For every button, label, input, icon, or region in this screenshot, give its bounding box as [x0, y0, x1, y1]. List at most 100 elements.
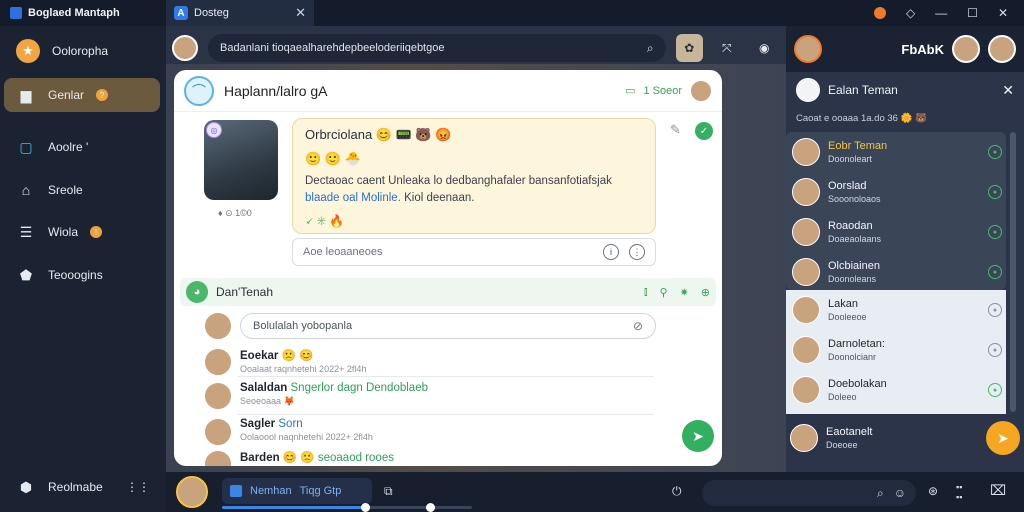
sidebar-item-sreole[interactable]: ⌂ Sreole [4, 173, 160, 207]
comment-compose: Bolulalah yobopanla ⊘ [204, 312, 656, 340]
contact-row[interactable]: Darnoletan: Doonolcianr ● [790, 330, 1002, 370]
expand-icon[interactable]: ⋮⋮ [126, 480, 150, 494]
emoji-icon[interactable]: ☺ [894, 486, 906, 500]
contact-row[interactable]: Oorslad Sooonoloaos ● [790, 172, 1002, 212]
person-icon[interactable]: ⚲ [660, 286, 668, 299]
segment-label: Nemhan [250, 485, 292, 497]
my-avatar[interactable] [176, 476, 208, 508]
divider [238, 414, 654, 415]
media-segment[interactable]: Nemhan Tiqg Gtp [222, 478, 372, 504]
maximize-button[interactable]: ☐ [967, 6, 978, 20]
contact-meta: Doonoleart [828, 154, 873, 164]
list-item[interactable]: Sagler Sorn Oolaoool naqnhetehi 2022+ 2f… [204, 418, 373, 446]
search-icon[interactable]: ⌕ [877, 486, 884, 501]
attach-icon[interactable]: ⊘ [633, 319, 643, 333]
photo-meta: ♦ ⊙ 1©0 [218, 208, 252, 218]
friend-avatar[interactable] [988, 35, 1016, 63]
post-link[interactable]: blaade oal Molinle. [305, 192, 401, 204]
post-reactions[interactable]: 🗸 ✳ 🔥 [305, 214, 643, 229]
notification-icon[interactable] [873, 7, 886, 19]
approve-icon[interactable]: ✓ [694, 122, 713, 140]
post-text: Dectaoac caent Unleaka lo dedbanghafaler… [305, 173, 643, 206]
caption-icon[interactable]: ⧉ [384, 484, 393, 499]
user-avatar[interactable] [172, 35, 198, 61]
minimize-button[interactable]: — [935, 6, 947, 20]
contact-row[interactable]: Roaodan Doaeaolaans ● [790, 212, 1002, 252]
comment-input[interactable]: Bolulalah yobopanla ⊘ [240, 313, 656, 339]
card-user-avatar[interactable] [690, 79, 712, 102]
chat-icon[interactable]: ⌧ [990, 482, 1006, 499]
comment-name-line: Eoekar 🙁 😊 [240, 348, 366, 362]
share-icon[interactable]: ⊕ [701, 286, 710, 299]
contacts-title: Ealan Teman [828, 83, 898, 97]
contact-avatar [792, 178, 820, 206]
tab-dosteg[interactable]: A Dosteg ✕ [166, 0, 314, 26]
reply-actions: i ⋮ [603, 244, 645, 260]
list-item[interactable]: Eoekar 🙁 😊 Ooalaat raqnhetehi 2022+ 2fl4… [204, 348, 366, 376]
tab-label: Dosteg [194, 7, 229, 19]
contact-row[interactable]: Doebolakan Doleeo ● [790, 370, 1002, 410]
search-placeholder: Badanlani tioqaealharehdepbeeloderiiqebt… [220, 42, 445, 54]
comment-tag[interactable]: Sngerlor dagn Dendoblaeb [291, 382, 428, 394]
sidebar-item-wiola[interactable]: ☰ Wiola ! [4, 215, 160, 249]
comment-tag[interactable]: Sorn [278, 418, 302, 430]
close-icon[interactable]: ✕ [1002, 82, 1014, 99]
tab-close-icon[interactable]: ✕ [295, 5, 306, 21]
contact-avatar [792, 336, 820, 364]
settings-icon[interactable]: ⊛ [928, 484, 938, 498]
comment-body: Salaldan Sngerlor dagn Dendoblaeb Seoeoa… [240, 382, 428, 410]
contact-row[interactable]: Eaotanelt Doeoee ➤ [790, 418, 1020, 458]
contact-name: Doebolakan [828, 378, 887, 390]
contact-row[interactable]: Eobr Teman Doonoleart ● [790, 132, 1002, 172]
list-item[interactable]: Salaldan Sngerlor dagn Dendoblaeb Seoeoa… [204, 382, 428, 410]
close-button[interactable]: ✕ [998, 6, 1008, 20]
bottom-search-input[interactable]: ⌕ ☺ [702, 480, 916, 506]
contact-info: Oorslad Sooonoloaos [828, 180, 881, 204]
sidebar-item-label: Reolmabe [48, 480, 103, 494]
info-icon[interactable]: i [603, 244, 619, 260]
sidebar-item-label: Wiola [48, 225, 79, 239]
app-name-text: Boglaed Mantaph [28, 7, 120, 19]
connect-icon[interactable]: ⤧ [713, 34, 740, 62]
sidebar-item-aoolre[interactable]: ▢ Aoolre ' [4, 130, 160, 164]
post-title-emoji: 😊 📟 🐻 😡 [375, 127, 452, 142]
contact-row[interactable]: Olcbiainen Doonoleans ● [790, 252, 1002, 292]
progress-bar[interactable] [222, 503, 472, 512]
send-icon[interactable]: ➤ [986, 421, 1020, 455]
pin-icon[interactable]: ✎ [670, 122, 681, 140]
contact-avatar [792, 258, 820, 286]
sidebar-item-genlar[interactable]: ▆ Genlar ? [4, 78, 160, 112]
segment-extra: Tiqg Gtp [299, 485, 342, 497]
comment-tag[interactable]: seoaaod rooes [318, 452, 394, 464]
more-icon[interactable]: ⋮ [629, 244, 645, 260]
contact-name: Olcbiainen [828, 260, 880, 272]
contact-row[interactable]: Lakan Dooleeoe ● [790, 290, 1002, 330]
post-title: Orbrciolana [305, 127, 373, 142]
progress-knob-secondary[interactable] [425, 503, 435, 512]
sidebar-item-home[interactable]: ★ Ooloropha [4, 34, 160, 68]
contacts-panel: Ealan Teman ✕ Caoat e ooaaa 1a.do 36 🌼 🐻… [786, 72, 1024, 472]
game-icon[interactable]: ✿ [675, 34, 704, 62]
sidebar-item-reolmabe[interactable]: ⬢ Reolmabe ⋮⋮ [4, 470, 160, 504]
friend-avatar[interactable] [952, 35, 980, 63]
list-item[interactable]: Barden 😊 🙁 seoaaod rooes [204, 450, 394, 466]
chart-icon[interactable]: ⫾ [644, 286, 648, 299]
pin-icon[interactable]: ◇ [906, 6, 915, 20]
send-button[interactable]: ➤ [682, 420, 714, 452]
folder-status-icon[interactable]: ▭ [625, 84, 635, 97]
right-panel-header: FbAbK [786, 26, 1024, 72]
comment-name: Sagler [240, 418, 276, 430]
power-icon[interactable]: ⏻ [672, 484, 682, 499]
contact-meta: Dooleeoe [828, 312, 867, 322]
reply-input[interactable]: Aoe leoaaneoes i ⋮ [292, 238, 656, 266]
bear-icon[interactable]: ◉ [751, 34, 778, 62]
contacts-scrollbar[interactable] [1010, 132, 1016, 412]
contact-info: Eaotanelt Doeoee [826, 426, 872, 450]
sidebar-item-teooogins[interactable]: ⬟ Teooogins [4, 258, 160, 292]
sparkle-icon[interactable]: ✷ [680, 286, 689, 299]
progress-knob[interactable] [360, 503, 370, 512]
search-input[interactable]: Badanlani tioqaealharehdepbeeloderiiqebt… [208, 34, 666, 62]
friend-avatar[interactable] [794, 35, 822, 63]
grid-icon[interactable]: ▪▪ ▪▪ [956, 482, 962, 502]
search-icon[interactable]: ⌕ [647, 41, 654, 56]
